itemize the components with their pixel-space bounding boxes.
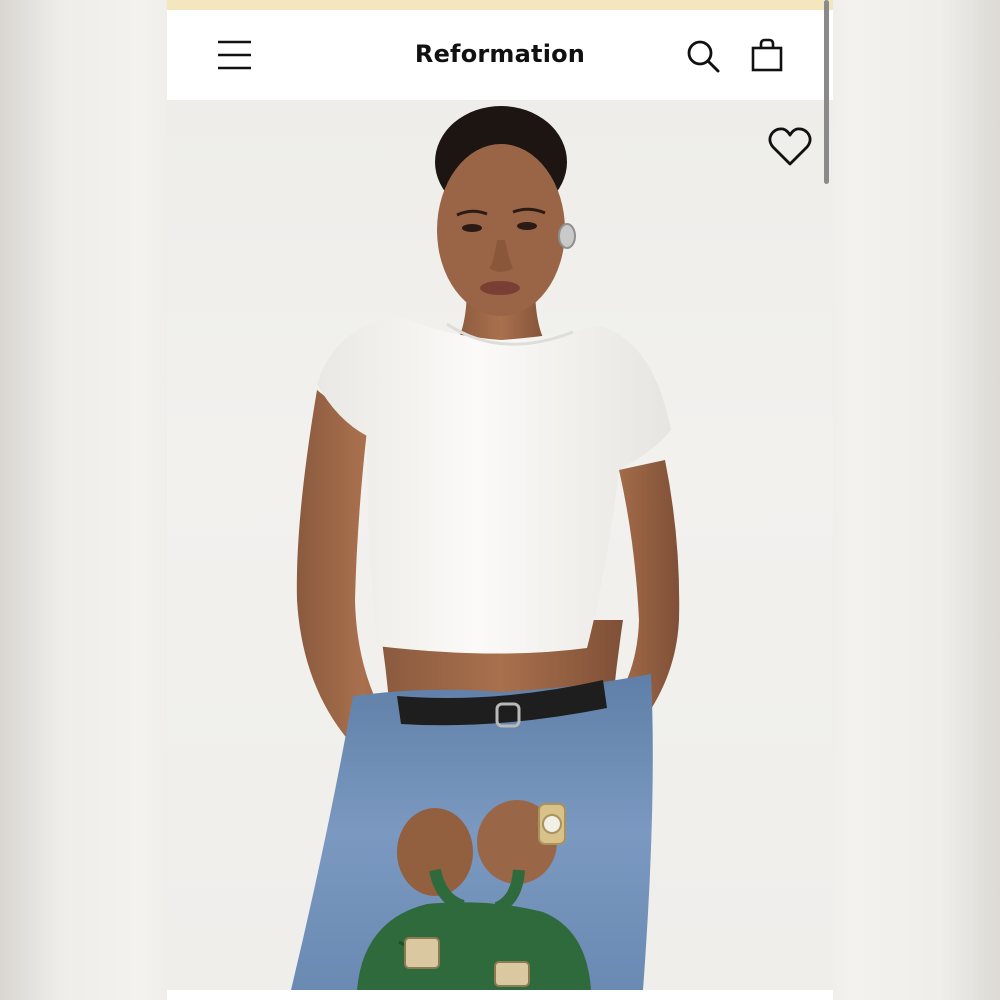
search-icon [687, 40, 720, 73]
product-image[interactable] [167, 100, 833, 990]
promo-banner-strip[interactable] [167, 0, 833, 10]
page-scrollbar[interactable] [824, 0, 829, 184]
shopping-bag-icon [751, 38, 783, 72]
search-button[interactable] [683, 36, 723, 76]
bottom-edge [167, 990, 833, 1000]
shopping-bag-button[interactable] [747, 36, 787, 76]
phone-screen: Reformation [167, 0, 833, 1000]
heart-icon [768, 127, 812, 166]
brand-logo[interactable]: Reformation [167, 40, 833, 68]
site-header: Reformation [167, 10, 833, 100]
model-photo [291, 106, 680, 990]
wishlist-button[interactable] [767, 126, 813, 168]
